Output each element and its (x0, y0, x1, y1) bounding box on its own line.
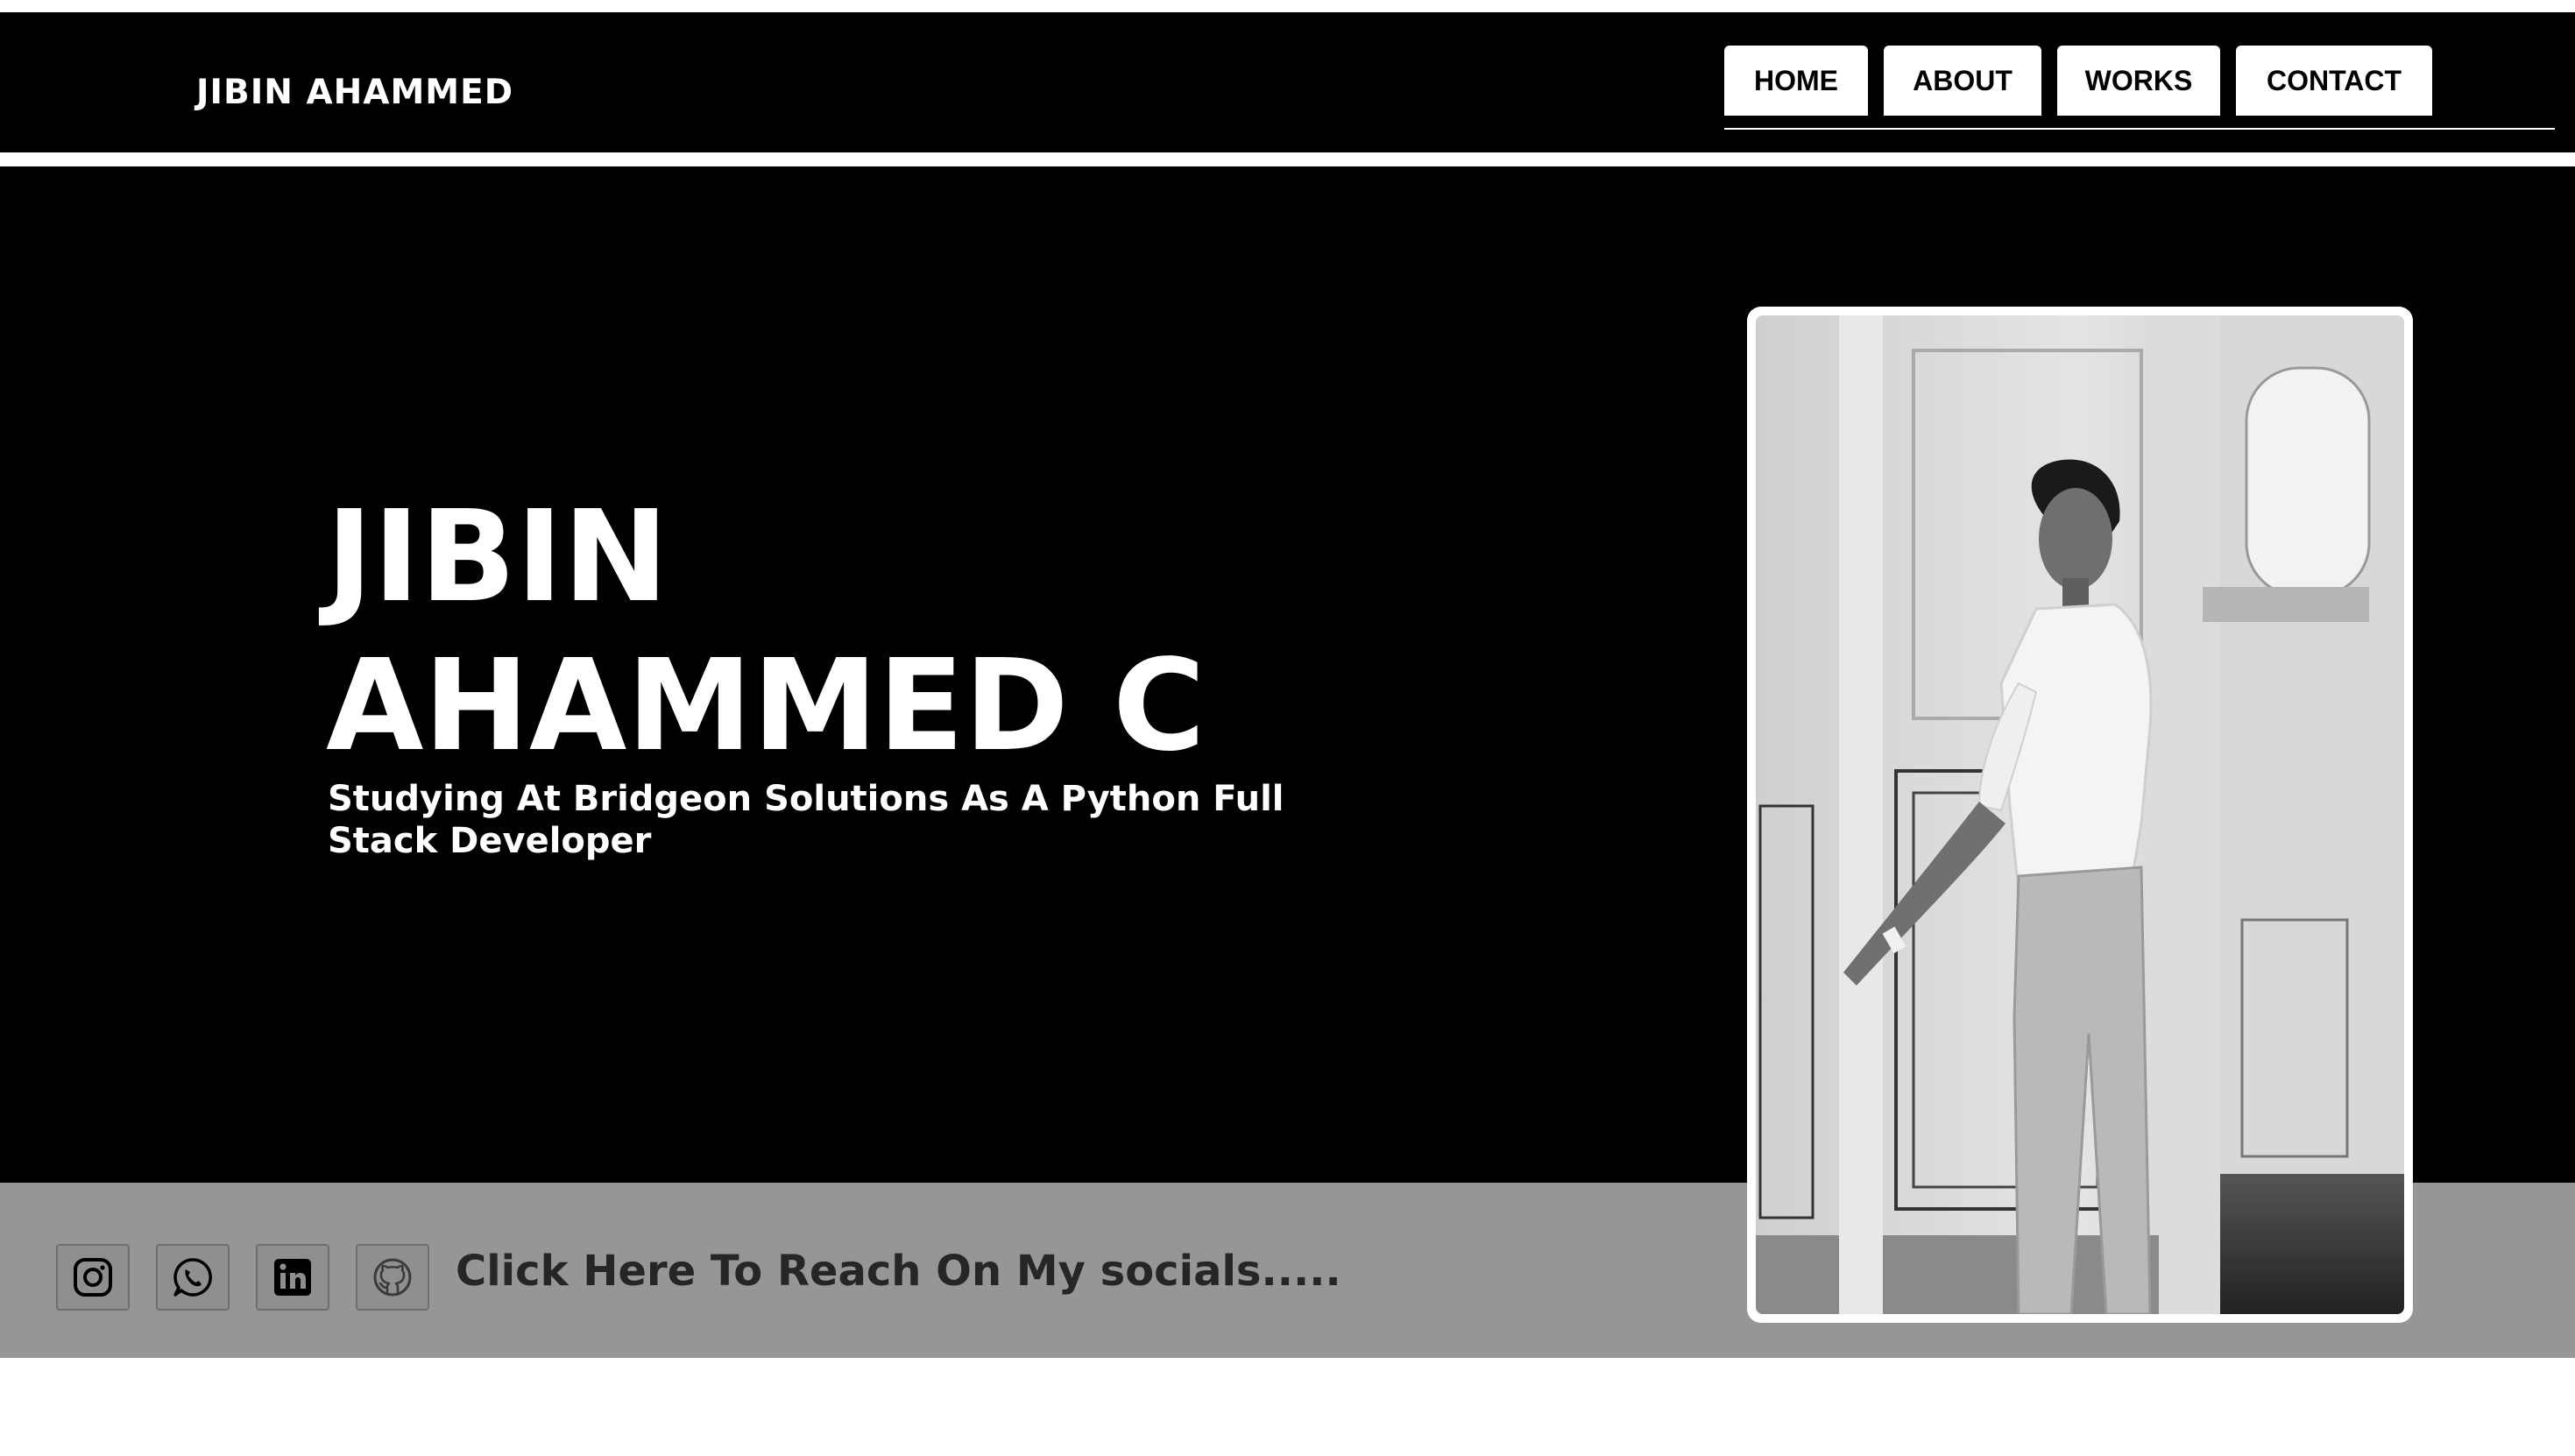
hero-name: JIBIN AHAMMED C (326, 482, 1206, 780)
social-icons (56, 1244, 429, 1311)
linkedin-icon (274, 1259, 311, 1296)
nav-home[interactable]: HOME (1724, 46, 1868, 116)
main-nav: HOME ABOUT WORKS CONTACT (1724, 46, 2432, 130)
header-divider (0, 152, 2575, 166)
page: JIBIN AHAMMED HOME ABOUT WORKS CONTACT J… (0, 0, 2575, 1456)
hero-name-line2: AHAMMED C (326, 632, 1206, 779)
instagram-icon (74, 1258, 112, 1297)
hero-name-line1: JIBIN (326, 483, 669, 630)
nav-about[interactable]: ABOUT (1884, 46, 2041, 116)
nav-underline (1724, 128, 2555, 130)
profile-photo (1756, 315, 2404, 1314)
profile-photo-frame (1747, 307, 2413, 1323)
github-icon (373, 1258, 412, 1297)
whatsapp-button[interactable] (156, 1244, 230, 1311)
nav-works[interactable]: WORKS (2057, 46, 2220, 116)
linkedin-button[interactable] (256, 1244, 329, 1311)
github-button[interactable] (356, 1244, 429, 1311)
navbar: JIBIN AHAMMED HOME ABOUT WORKS CONTACT (0, 12, 2575, 152)
nav-contact[interactable]: CONTACT (2236, 46, 2432, 116)
hero-subtitle: Studying At Bridgeon Solutions As A Pyth… (328, 779, 1284, 861)
social-cta-text[interactable]: Click Here To Reach On My socials..... (456, 1240, 1341, 1302)
whatsapp-icon (173, 1258, 212, 1297)
profile-photo-image (1756, 315, 2404, 1314)
brand-logo[interactable]: JIBIN AHAMMED (196, 58, 513, 128)
instagram-button[interactable] (56, 1244, 130, 1311)
